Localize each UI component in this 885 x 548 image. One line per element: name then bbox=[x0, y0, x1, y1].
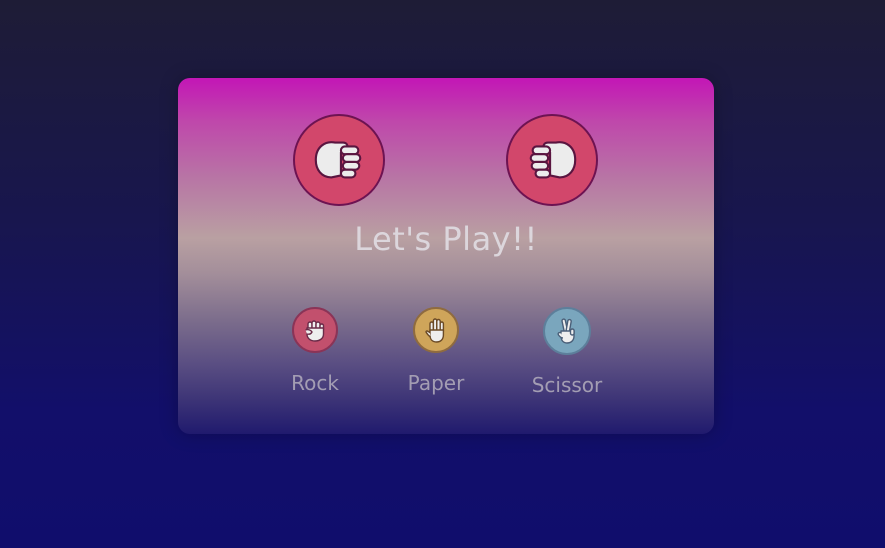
paper-hand-icon bbox=[425, 318, 445, 343]
rock-hand-icon bbox=[305, 320, 325, 342]
scissor-button[interactable] bbox=[543, 307, 591, 355]
rock-button[interactable] bbox=[292, 307, 338, 353]
scissor-choice[interactable]: Scissor bbox=[512, 307, 622, 397]
game-title: Let's Play!! bbox=[354, 220, 538, 258]
paper-choice[interactable]: Paper bbox=[381, 307, 491, 395]
game-card: Let's Play!! Rock Paper Scissor bbox=[178, 78, 714, 434]
paper-label: Paper bbox=[407, 371, 465, 395]
player-hand bbox=[293, 114, 385, 206]
scissor-label: Scissor bbox=[531, 373, 603, 397]
rock-label: Rock bbox=[291, 371, 339, 395]
paper-button[interactable] bbox=[413, 307, 459, 353]
fist-icon bbox=[314, 141, 362, 179]
scissor-hand-icon bbox=[557, 318, 575, 344]
rock-choice[interactable]: Rock bbox=[260, 307, 370, 395]
computer-hand bbox=[506, 114, 598, 206]
fist-icon bbox=[529, 141, 577, 179]
